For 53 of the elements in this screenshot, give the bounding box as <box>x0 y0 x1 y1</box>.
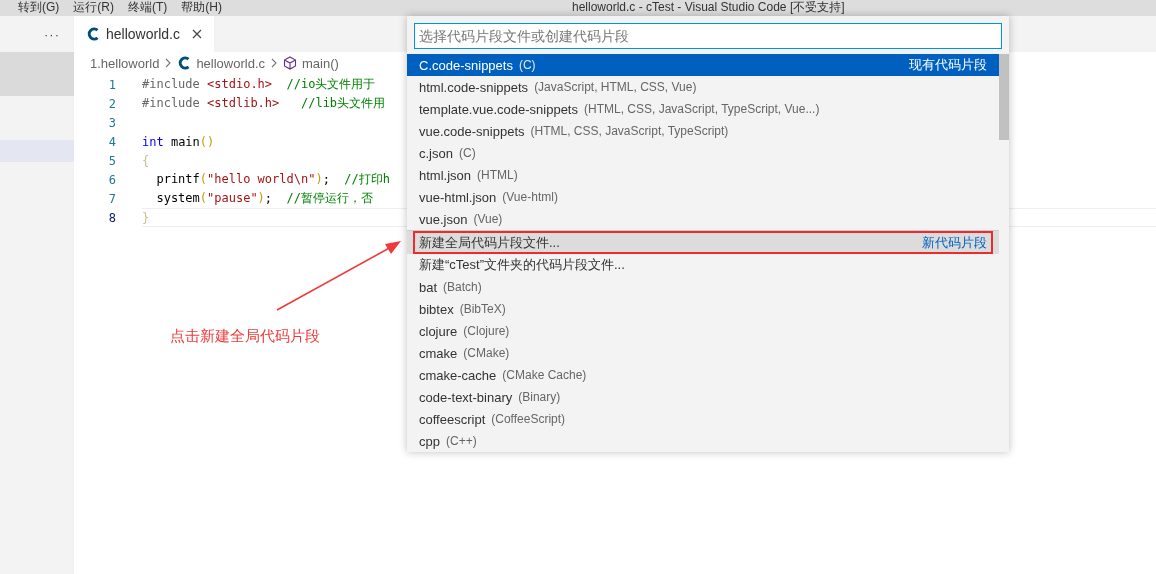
list-item[interactable]: coffeescript (CoffeeScript) <box>407 408 999 430</box>
list-item[interactable]: html.json (HTML) <box>407 164 999 186</box>
list-item[interactable]: C.code-snippets (C) 现有代码片段 <box>407 54 999 76</box>
line-number: 7 <box>107 191 117 206</box>
code-line: int main() <box>142 134 215 149</box>
line-number: 2 <box>107 96 117 111</box>
list-item[interactable]: clojure (Clojure) <box>407 320 999 342</box>
list-item[interactable]: cmake (CMake) <box>407 342 999 364</box>
chevron-icon <box>270 58 279 68</box>
line-number: 5 <box>107 153 117 168</box>
close-icon[interactable] <box>191 29 202 39</box>
breadcrumb-item[interactable]: main() <box>302 55 339 71</box>
list-item[interactable]: c.json (C) <box>407 142 999 164</box>
editor-tab[interactable]: helloworld.c <box>74 16 214 52</box>
list-item[interactable]: vue-html.json (Vue-html) <box>407 186 999 208</box>
code-line: printf("hello world\n"); //打印h <box>155 171 390 188</box>
scrollbar-thumb[interactable] <box>999 54 1009 140</box>
menu-item[interactable]: 转到(G) <box>18 0 60 14</box>
cube-icon <box>283 56 298 70</box>
list-item[interactable]: 新建“cTest”文件夹的代码片段文件... <box>407 254 999 276</box>
list-item[interactable]: bibtex (BibTeX) <box>407 298 999 320</box>
window-title: helloworld.c - cTest - Visual Studio Code [不受支持] <box>572 0 845 14</box>
search-field[interactable]: 选择代码片段文件或创建代码片段 <box>414 23 1002 49</box>
scrollbar[interactable] <box>999 54 1009 450</box>
list-item[interactable]: template.vue.code-snippets (HTML, CSS, JavaScript, TypeScript, Vue...) <box>407 98 999 120</box>
list-item[interactable]: cpp (C++) <box>407 430 999 452</box>
list-item[interactable]: vue.json (Vue) <box>407 208 999 230</box>
annotation-text: 点击新建全局代码片段 <box>170 327 320 346</box>
line-number: 1 <box>107 77 117 92</box>
more-actions-button[interactable]: ··· <box>44 26 60 42</box>
menu-item[interactable]: 终端(T) <box>128 0 168 14</box>
line-number: 4 <box>107 134 117 149</box>
c-file-icon <box>86 27 100 41</box>
line-number: 3 <box>107 115 117 130</box>
code-line: system("pause"); //暂停运行，否 <box>155 190 373 207</box>
list-item[interactable]: 新建全局代码片段文件... 新代码片段 <box>407 230 999 254</box>
menu-item[interactable]: 帮助(H) <box>181 0 222 14</box>
line-number: 6 <box>107 172 117 187</box>
menu-item[interactable]: 运行(R) <box>73 0 114 14</box>
c-file-icon <box>177 56 192 70</box>
line-number: 8 <box>107 210 117 225</box>
list-item[interactable]: bat (Batch) <box>407 276 999 298</box>
code-line: #include <stdio.h> //io头文件用于 <box>142 76 376 93</box>
list-item[interactable]: code-text-binary (Binary) <box>407 386 999 408</box>
code-line: { <box>142 153 150 168</box>
list-item[interactable]: cmake-cache (CMake Cache) <box>407 364 999 386</box>
chevron-icon <box>164 58 173 68</box>
breadcrumb-item[interactable]: 1.helloworld <box>90 55 160 71</box>
code-line: } <box>142 210 150 225</box>
list-item[interactable]: html.code-snippets (JavaScript, HTML, CSS, Vue) <box>407 76 999 98</box>
breadcrumb-item[interactable]: helloworld.c <box>196 55 266 71</box>
list-item[interactable]: vue.code-snippets (HTML, CSS, JavaScript, TypeScript) <box>407 120 999 142</box>
code-line: #include <stdlib.h> //lib头文件用 <box>142 95 386 112</box>
